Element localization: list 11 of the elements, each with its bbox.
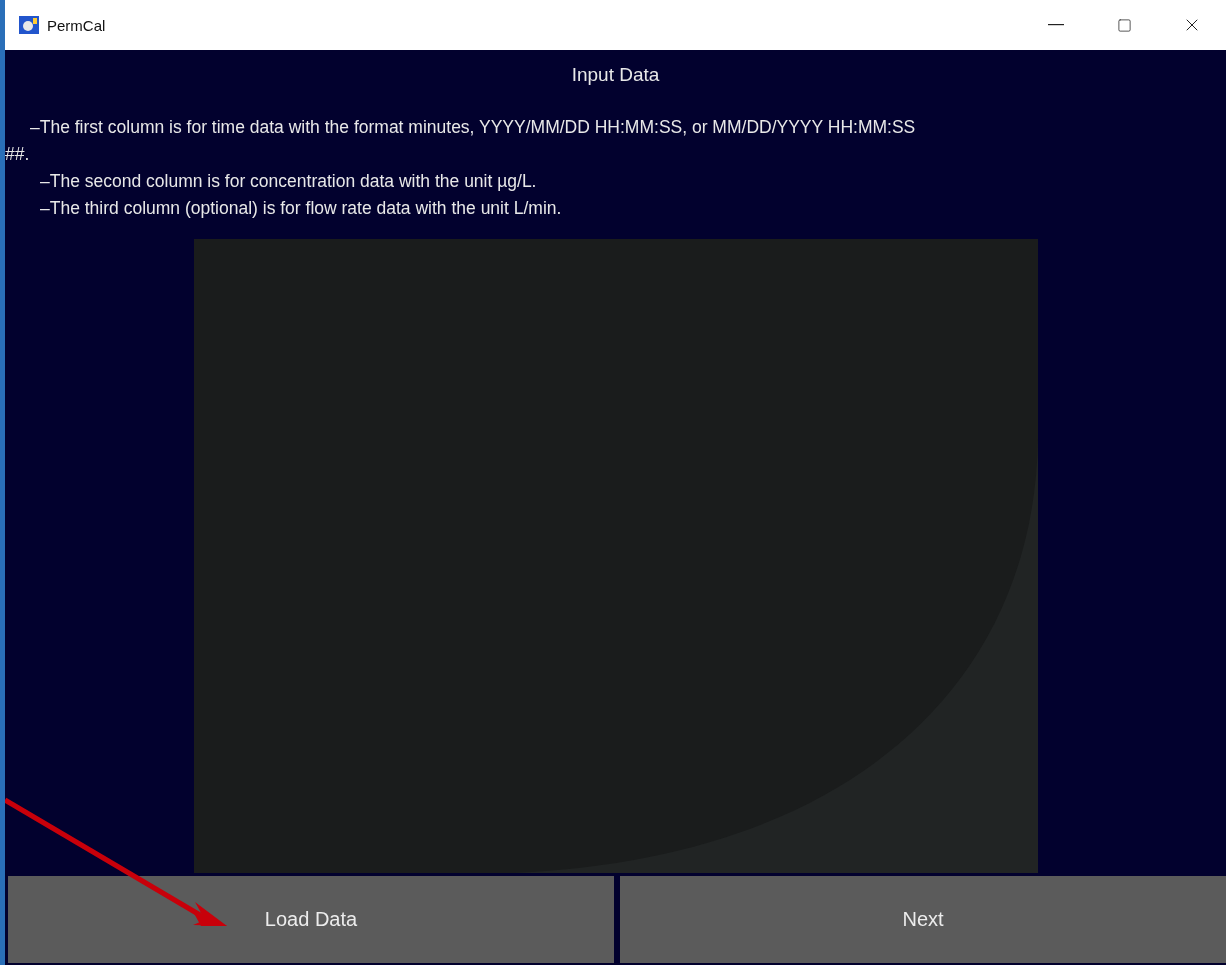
- page-heading: Input Data: [571, 64, 660, 86]
- instruction-text: –The third column (optional) is for flow rate data with the unit L/min.: [39, 197, 562, 220]
- action-button[interactable]: Next: [620, 876, 1226, 963]
- instruction-text: –The first column is for time data with the format minutes, YYYY/MM/DD HH:MM:SS, or MM/DD/YYYY HH:MM:SS: [29, 116, 916, 139]
- minimize-icon: [1048, 24, 1064, 26]
- maximize-icon: [1116, 17, 1132, 33]
- app-icon: [19, 16, 39, 34]
- instruction-text: ##.: [5, 143, 30, 166]
- instruction-text: –The second column is for concentration data with the unit µg/L.: [39, 170, 537, 193]
- window-title: PermCal: [47, 16, 107, 34]
- action-button[interactable]: Load Data: [8, 876, 614, 963]
